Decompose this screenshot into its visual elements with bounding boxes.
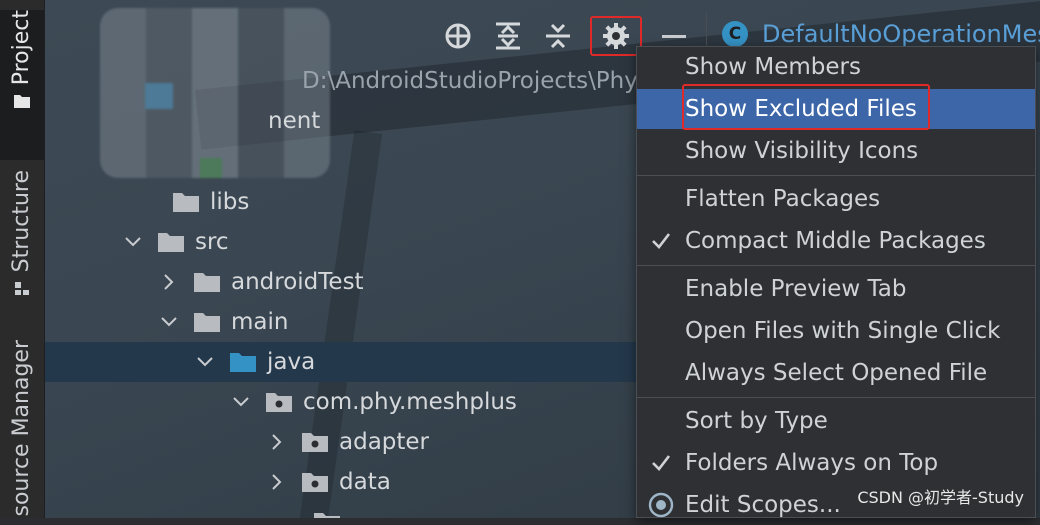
chevron-right-icon[interactable] — [265, 430, 289, 454]
editor-tab-title: DefaultNoOperationMes — [762, 20, 1040, 48]
chevron-down-icon[interactable] — [157, 310, 181, 334]
menu-item-label: Show Visibility Icons — [685, 138, 919, 164]
package-icon — [266, 393, 292, 412]
tree-label: java — [267, 349, 316, 375]
menu-separator — [637, 265, 1035, 266]
tool-window-bar: Project Structure source Manager — [0, 0, 45, 518]
folder-icon — [194, 313, 220, 332]
menu-item-label: Always Select Opened File — [685, 360, 988, 386]
tool-tab-project-label: Project — [9, 10, 34, 86]
menu-item-always-select-opened-file[interactable]: Always Select Opened File — [637, 353, 1035, 393]
menu-item-flatten-packages[interactable]: Flatten Packages — [637, 179, 1035, 219]
tree-row-src[interactable]: src — [45, 222, 716, 262]
project-folder-icon — [14, 95, 30, 109]
menu-item-enable-preview-tab[interactable]: Enable Preview Tab — [637, 269, 1035, 309]
expand-all-icon — [496, 22, 520, 50]
folder-icon — [158, 233, 184, 252]
tool-tab-resource-manager-label: source Manager — [9, 340, 34, 517]
package-icon — [302, 433, 328, 452]
menu-item-label: Enable Preview Tab — [685, 276, 907, 302]
package-icon — [314, 513, 340, 518]
collapse-all-icon — [546, 23, 570, 49]
source-folder-icon — [230, 353, 256, 372]
tree-label: libs — [210, 189, 250, 215]
menu-item-sort-by-type[interactable]: Sort by Type — [637, 401, 1035, 441]
menu-item-label: Edit Scopes... — [685, 492, 841, 518]
menu-item-label: Sort by Type — [685, 408, 828, 434]
menu-item-label: Open Files with Single Click — [685, 318, 1001, 344]
chevron-right-icon[interactable] — [265, 470, 289, 494]
tree-label: androidTest — [231, 269, 364, 295]
chevron-down-icon[interactable] — [121, 230, 145, 254]
gear-icon — [603, 23, 629, 49]
project-path: D:\AndroidStudioProjects\Phy — [302, 68, 638, 94]
folder-icon — [194, 273, 220, 292]
tool-tab-structure-label: Structure — [9, 170, 34, 273]
locate-button[interactable] — [440, 18, 476, 54]
menu-item-open-files-single-click[interactable]: Open Files with Single Click — [637, 311, 1035, 351]
menu-item-label: Show Members — [685, 54, 861, 80]
chevron-down-icon[interactable] — [193, 350, 217, 374]
blurred-region — [100, 8, 330, 178]
structure-icon — [15, 282, 29, 296]
tree-label: adapter — [339, 429, 430, 455]
tree-label: com.phy.meshplus — [303, 389, 517, 415]
scope-icon — [637, 492, 685, 518]
menu-separator — [637, 397, 1035, 398]
chevron-right-icon[interactable] — [157, 270, 181, 294]
tree-label: src — [195, 229, 229, 255]
chevron-down-icon[interactable] — [229, 390, 253, 414]
checkmark-icon — [637, 454, 685, 472]
menu-item-label: Folders Always on Top — [685, 450, 939, 476]
menu-item-folders-always-on-top[interactable]: Folders Always on Top — [637, 443, 1035, 483]
collapse-all-button[interactable] — [540, 18, 576, 54]
checkmark-icon — [637, 232, 685, 250]
class-icon: C — [722, 21, 748, 47]
options-gear-button[interactable] — [590, 16, 642, 56]
locate-icon — [445, 23, 471, 49]
menu-item-show-members[interactable]: Show Members — [637, 47, 1035, 87]
menu-item-compact-middle-packages[interactable]: Compact Middle Packages — [637, 221, 1035, 261]
package-icon — [302, 473, 328, 492]
module-name: nent — [268, 108, 321, 134]
tree-label: data — [339, 469, 391, 495]
menu-separator — [637, 175, 1035, 176]
tool-tab-structure[interactable]: Structure — [0, 170, 44, 310]
menu-item-label: Compact Middle Packages — [685, 228, 986, 254]
watermark: CSDN @初学者-Study — [857, 488, 1024, 507]
folder-icon — [173, 193, 199, 212]
tool-tab-project[interactable]: Project — [0, 10, 44, 160]
menu-item-show-visibility-icons[interactable]: Show Visibility Icons — [637, 131, 1035, 171]
menu-item-label: Flatten Packages — [685, 186, 881, 212]
tree-label: main — [231, 309, 289, 335]
tool-tab-resource-manager[interactable]: source Manager — [0, 340, 44, 518]
annotation-highlight-box — [682, 84, 930, 130]
editor-tab-class[interactable]: C DefaultNoOperationMes — [722, 20, 1040, 48]
expand-all-button[interactable] — [490, 18, 526, 54]
hide-icon — [662, 34, 686, 38]
